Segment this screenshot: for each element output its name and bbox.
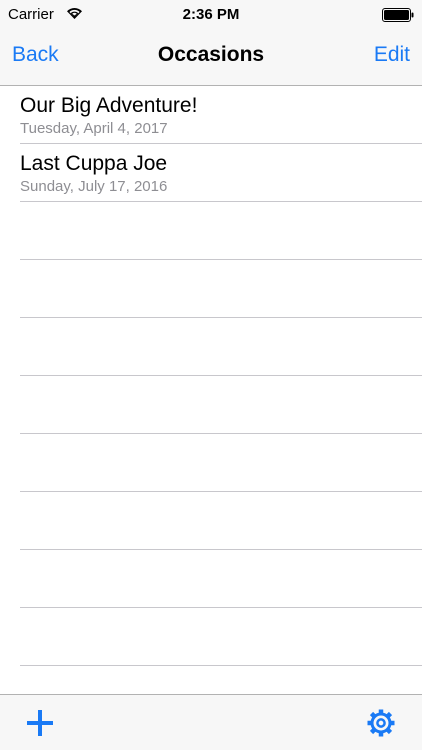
occasions-list: Our Big Adventure! Tuesday, April 4, 201… [0,86,422,666]
empty-row [0,202,422,260]
empty-row [0,260,422,318]
occasion-title: Our Big Adventure! [20,94,198,117]
edit-button[interactable]: Edit [374,43,410,67]
empty-row [0,608,422,666]
empty-row [0,376,422,434]
occasion-date: Sunday, July 17, 2016 [20,178,168,195]
battery-icon [382,8,414,22]
list-item[interactable]: Our Big Adventure! Tuesday, April 4, 201… [0,86,422,144]
navigation-bar: Back Occasions Edit [0,30,422,86]
occasion-date: Tuesday, April 4, 2017 [20,120,168,137]
top-bar: Carrier 2:36 PM Back Occasions Edit [0,0,422,86]
page-title: Occasions [157,43,265,66]
gear-icon[interactable] [366,708,396,738]
status-time: 2:36 PM [182,6,240,23]
empty-row [0,434,422,492]
empty-row [0,318,422,376]
list-item[interactable]: Last Cuppa Joe Sunday, July 17, 2016 [0,144,422,202]
empty-row [0,492,422,550]
plus-icon[interactable] [26,709,54,737]
empty-row [0,550,422,608]
bottom-toolbar [0,694,422,750]
occasion-title: Last Cuppa Joe [20,152,168,175]
status-bar: Carrier 2:36 PM [0,0,422,30]
